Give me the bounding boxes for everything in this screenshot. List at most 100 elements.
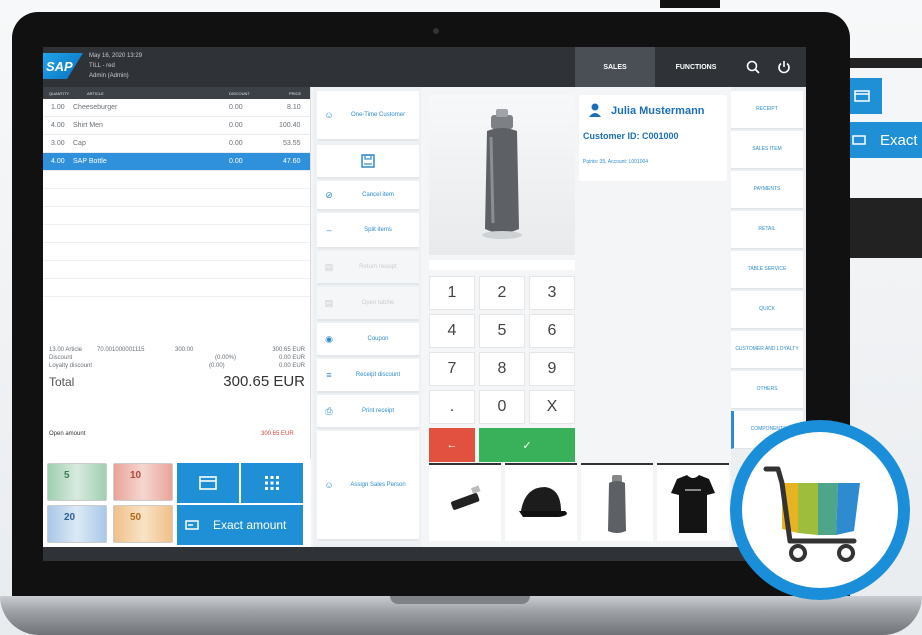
- key-6[interactable]: 6: [529, 314, 575, 348]
- row-qty: 4.00: [51, 122, 65, 129]
- exact-amount-label: Exact amount: [213, 518, 287, 532]
- empty-row: [43, 207, 310, 225]
- receipt-row[interactable]: 4.00 Shirt Men 0.00 100.40: [43, 117, 310, 135]
- open-tab-button[interactable]: ▤ Open tab/tie: [317, 287, 419, 321]
- bill-value: 10: [130, 470, 142, 481]
- more-payments-button[interactable]: [241, 463, 303, 503]
- system-date: May 16, 2020 13:29: [89, 53, 143, 59]
- power-icon[interactable]: [776, 59, 792, 75]
- row-price: 53.55: [283, 140, 301, 147]
- category-quick[interactable]: QUICK: [731, 291, 803, 329]
- person-icon: ☺: [324, 480, 334, 490]
- print-receipt-button[interactable]: ⎙ Print receipt: [317, 395, 419, 429]
- key-3[interactable]: 3: [529, 276, 575, 310]
- bill-10-button[interactable]: 10: [113, 463, 173, 501]
- key-9[interactable]: 9: [529, 352, 575, 386]
- customer-points: Points: 35, Account: L001004: [583, 159, 649, 165]
- bill-50-button[interactable]: 50: [113, 505, 173, 543]
- category-customer-loyalty[interactable]: CUSTOMER AND LOYALTY: [731, 331, 803, 369]
- top-bar: SAP May 16, 2020 13:29 TILL - red Admin …: [43, 47, 806, 87]
- key-4[interactable]: 4: [429, 314, 475, 348]
- summary-loyalty: Loyalty discount (0.00) 0.00 EUR: [43, 363, 311, 371]
- bill-5-button[interactable]: 5: [47, 463, 107, 501]
- row-price: 47.60: [283, 158, 301, 165]
- tab-functions[interactable]: FUNCTIONS: [655, 47, 737, 87]
- system-till: TILL - red: [89, 63, 115, 69]
- customer-card[interactable]: Julia Mustermann Customer ID: C001000 Po…: [579, 95, 727, 181]
- backspace-button[interactable]: ←: [429, 428, 475, 462]
- key-7[interactable]: 7: [429, 352, 475, 386]
- key-8[interactable]: 8: [479, 352, 525, 386]
- split-items-button[interactable]: – Split items: [317, 213, 419, 249]
- category-others[interactable]: OTHERS: [731, 371, 803, 409]
- product-tile-tshirt[interactable]: [657, 463, 729, 541]
- coupon-icon: ◉: [325, 333, 333, 344]
- key-decimal[interactable]: .: [429, 390, 475, 424]
- cash-icon: [852, 135, 866, 145]
- summary-mid: (0.00): [209, 363, 225, 369]
- receipt-row-selected[interactable]: 4.00 SAP Bottle 0.00 47.60: [43, 153, 310, 171]
- scene: Exact a SAP May 16, 2020 13:29 TILL - re…: [0, 0, 922, 635]
- category-sales-item[interactable]: SALES ITEM: [731, 131, 803, 169]
- save-icon: [361, 154, 375, 168]
- receipt-discount-button[interactable]: ≡ Receipt discount: [317, 359, 419, 393]
- action-label: Coupon: [367, 336, 389, 342]
- tab-icon: ▤: [324, 297, 334, 308]
- summary-label: 13.00 Article: [49, 347, 83, 353]
- cart-badge-inner: [742, 432, 898, 588]
- row-price: 100.40: [279, 122, 301, 129]
- card-payment-button[interactable]: [177, 463, 239, 503]
- category-table-service[interactable]: TABLE SERVICE: [731, 251, 803, 289]
- confirm-button[interactable]: ✓: [479, 428, 575, 462]
- empty-row: [43, 243, 310, 261]
- key-2[interactable]: 2: [479, 276, 525, 310]
- tab-sales[interactable]: SALES: [575, 47, 655, 87]
- category-retail[interactable]: RETAIL: [731, 211, 803, 249]
- total-line: Total 300.65 EUR: [43, 373, 311, 391]
- summary-label: Loyalty discount: [49, 363, 93, 369]
- product-tile-usb[interactable]: [429, 463, 501, 541]
- category-payments[interactable]: PAYMENTS: [731, 171, 803, 209]
- row-article: Cheeseburger: [73, 104, 118, 111]
- coupon-button[interactable]: ◉ Coupon: [317, 323, 419, 357]
- search-icon[interactable]: [745, 59, 761, 75]
- key-5[interactable]: 5: [479, 314, 525, 348]
- bottom-bar: [43, 547, 806, 561]
- category-receipt[interactable]: RECEIPT: [731, 91, 803, 129]
- park-button[interactable]: [317, 145, 419, 179]
- summary-value: 300.65 EUR: [272, 347, 305, 353]
- assign-sales-person-button[interactable]: ☺ Assign Sales Person: [317, 431, 419, 541]
- background-exact-amount-label: Exact a: [880, 131, 922, 149]
- action-label: One-Time Customer: [350, 112, 406, 118]
- receipt-row[interactable]: 1.00 Cheeseburger 0.00 8.10: [43, 99, 310, 117]
- grid-icon: [265, 476, 279, 490]
- system-info: May 16, 2020 13:29 TILL - red Admin (Adm…: [89, 51, 142, 81]
- return-receipt-button[interactable]: ▤ Return receipt: [317, 251, 419, 285]
- receipt-header: QUANTITY ARTICLE DISCOUNT PRICE: [43, 87, 310, 99]
- empty-row: [43, 171, 310, 189]
- key-1[interactable]: 1: [429, 276, 475, 310]
- product-tile-bottle[interactable]: [581, 463, 653, 541]
- action-label: Return receipt: [359, 264, 397, 270]
- bill-20-button[interactable]: 20: [47, 505, 107, 543]
- card-icon: [854, 90, 870, 102]
- cash-icon: [185, 520, 199, 530]
- summary-label: Discount: [49, 355, 73, 361]
- total-label: Total: [49, 375, 75, 389]
- customer-icon: [589, 103, 601, 117]
- one-time-customer-button[interactable]: ☺ One-Time Customer: [317, 91, 419, 141]
- receipt-row[interactable]: 3.00 Cap 0.00 53.55: [43, 135, 310, 153]
- row-article: Shirt Men: [73, 122, 103, 129]
- product-tile-cap[interactable]: [505, 463, 577, 541]
- action-label: Cancel item: [362, 192, 394, 198]
- row-discount: 0.00: [229, 104, 243, 111]
- exact-amount-button[interactable]: Exact amount: [177, 505, 303, 545]
- empty-row: [43, 261, 310, 279]
- key-0[interactable]: 0: [479, 390, 525, 424]
- row-discount: 0.00: [229, 158, 243, 165]
- key-clear[interactable]: X: [529, 390, 575, 424]
- system-user: Admin (Admin): [89, 73, 129, 79]
- quantity-input[interactable]: [429, 260, 575, 270]
- cancel-item-button[interactable]: ⊘ Cancel item: [317, 181, 419, 211]
- row-article: SAP Bottle: [73, 158, 107, 165]
